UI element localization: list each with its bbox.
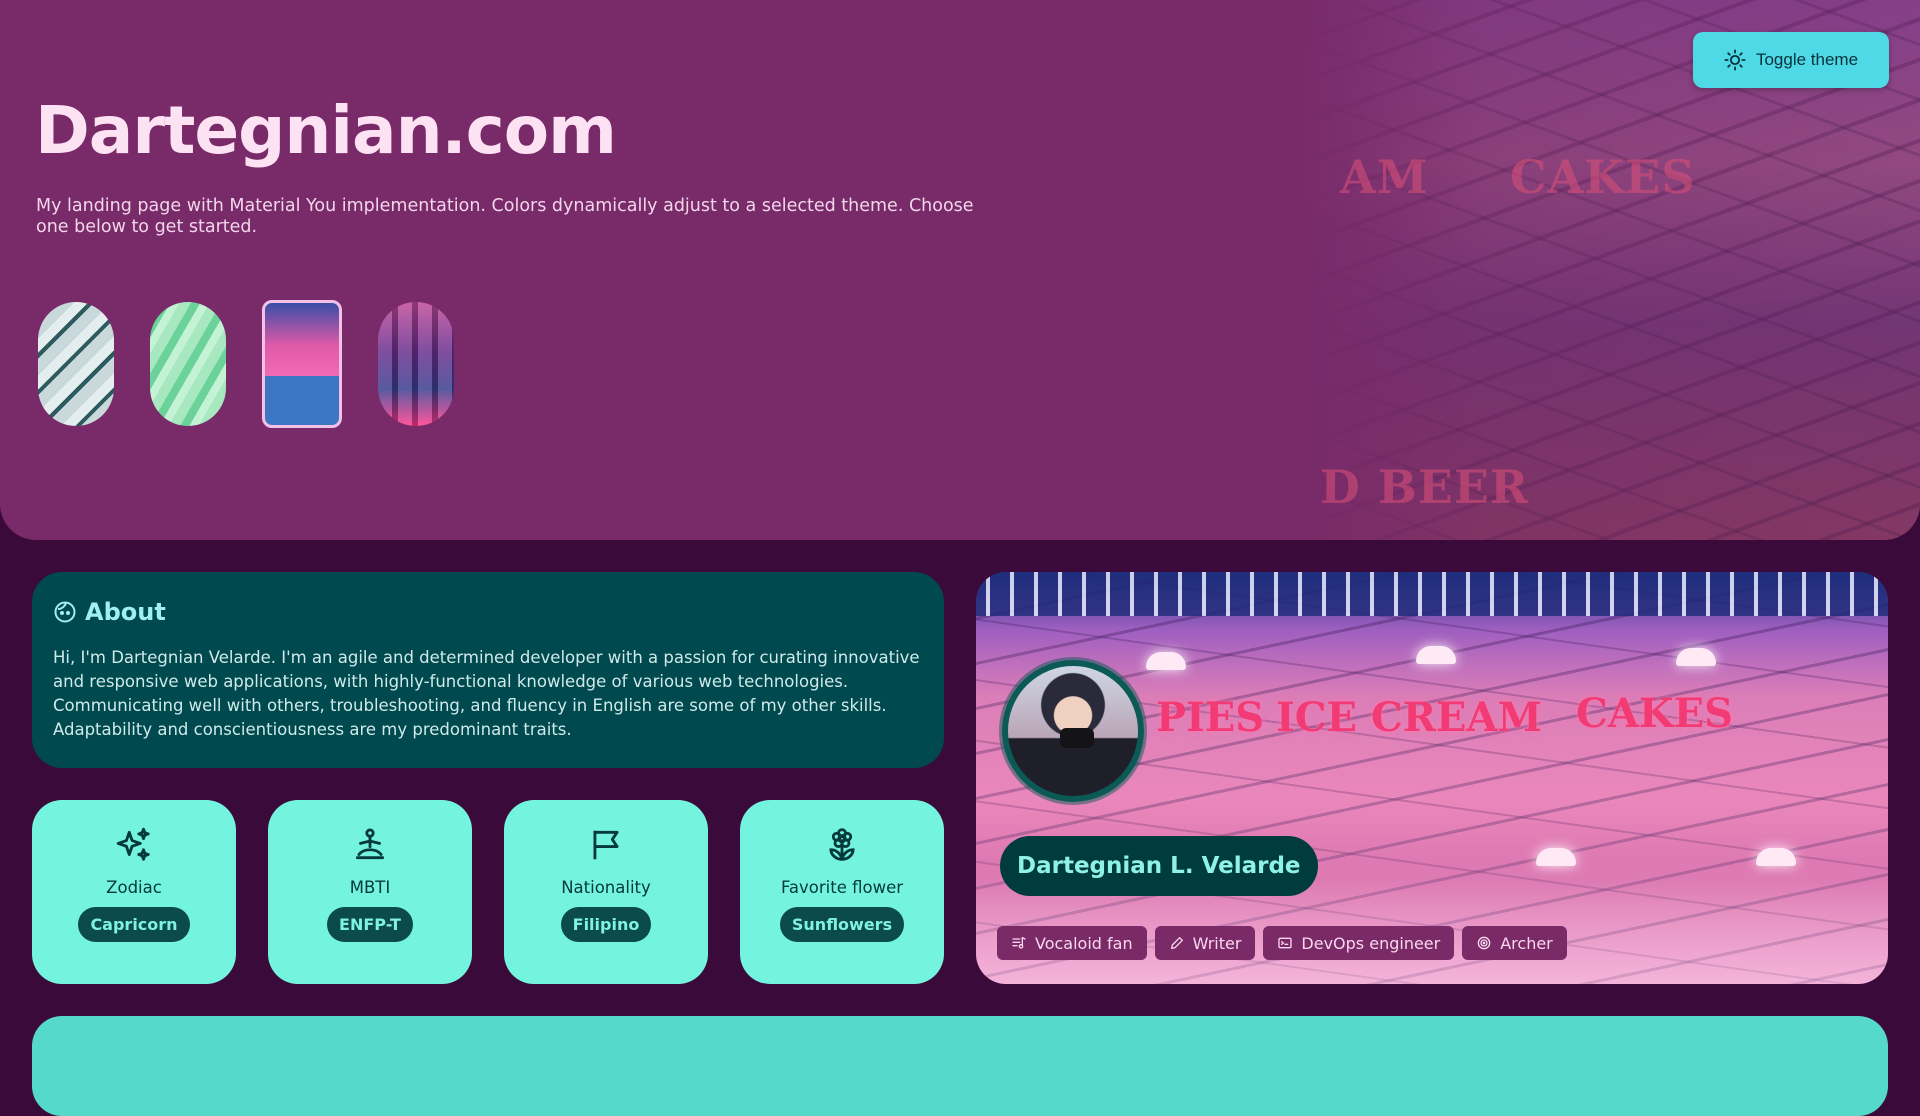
hero-sign-text: AM (1340, 150, 1429, 204)
tag-label: Writer (1192, 933, 1242, 953)
trait-value: Filipino (560, 907, 652, 942)
tag-label: Archer (1500, 933, 1553, 953)
trait-card-zodiac: Zodiac Capricorn (32, 800, 236, 984)
lamp-decoration (1416, 646, 1456, 664)
target-icon (1477, 936, 1491, 950)
trait-label: Favorite flower (780, 878, 904, 897)
flag-icon (593, 830, 619, 860)
hero-header: AM CAKES D BEER Toggle theme Dartegnian.… (0, 0, 1920, 540)
trait-value: ENFP-T (327, 907, 413, 942)
theme-option-neon-shop[interactable] (262, 300, 342, 428)
pencil-icon (1170, 937, 1183, 949)
profile-sign-text: ICE CREAM (1276, 694, 1542, 741)
site-title: Dartegnian.com (35, 92, 617, 169)
hero-sign-text: CAKES (1510, 150, 1696, 204)
theme-option-arcade[interactable] (378, 302, 454, 426)
flower-icon (829, 828, 855, 861)
tag-writer: Writer (1154, 926, 1256, 960)
profile-name: Dartegnian L. Velarde (1000, 836, 1318, 896)
trait-label: MBTI (349, 878, 391, 897)
about-text: Hi, I'm Dartegnian Velarde. I'm an agile… (53, 648, 920, 739)
music-note-icon (1012, 937, 1026, 949)
trait-card-mbti: MBTI ENFP-T (268, 800, 472, 984)
theme-option-green-waves[interactable] (150, 302, 226, 426)
profile-sign-text: CAKES (1576, 690, 1734, 737)
tag-label: Vocaloid fan (1035, 933, 1133, 953)
tag-devops: DevOps engineer (1263, 926, 1455, 960)
about-card: About Hi, I'm Dartegnian Velarde. I'm an… (32, 572, 944, 768)
lamp-decoration (1756, 848, 1796, 866)
tag-archer: Archer (1462, 926, 1567, 960)
theme-option-glass-stairs[interactable] (38, 302, 114, 426)
avatar (1002, 660, 1144, 802)
trait-card-nationality: Nationality Filipino (504, 800, 708, 984)
theme-picker (38, 300, 454, 428)
toggle-theme-label: Toggle theme (1755, 50, 1859, 69)
tag-vocaloid: Vocaloid fan (997, 926, 1147, 960)
profile-card: PIES ICE CREAM CAKES Dartegnian L. Velar… (976, 572, 1888, 984)
avatar-mask-detail (1060, 728, 1094, 748)
hero-sign-text: D BEER (1320, 460, 1530, 514)
trait-value: Sunflowers (779, 907, 905, 942)
trait-value: Capricorn (78, 907, 190, 942)
lamp-decoration (1146, 652, 1186, 670)
lamp-decoration (1676, 648, 1716, 666)
profile-tags: Vocaloid fan Writer DevOps engineer Arch… (997, 926, 1567, 960)
trait-cards: Zodiac Capricorn MBTI ENFP-T Nationality… (32, 800, 944, 984)
about-title: About (85, 598, 166, 626)
trait-label: Zodiac (106, 878, 162, 897)
lamp-decoration (1536, 848, 1576, 866)
sun-icon (1724, 49, 1746, 71)
tag-label: DevOps engineer (1301, 933, 1441, 953)
face-icon (54, 601, 76, 623)
profile-sign-text: PIES (1156, 694, 1265, 741)
next-section-card (32, 1016, 1888, 1116)
trait-card-flower: Favorite flower Sunflowers (740, 800, 944, 984)
trait-label: Nationality (561, 878, 651, 897)
terminal-icon (1278, 937, 1293, 949)
sparkles-icon (116, 827, 150, 861)
toggle-theme-button[interactable]: Toggle theme (1693, 32, 1889, 88)
profile-background-strip (976, 572, 1888, 616)
site-subtitle: My landing page with Material You implem… (36, 196, 974, 237)
meditation-icon (355, 828, 385, 860)
